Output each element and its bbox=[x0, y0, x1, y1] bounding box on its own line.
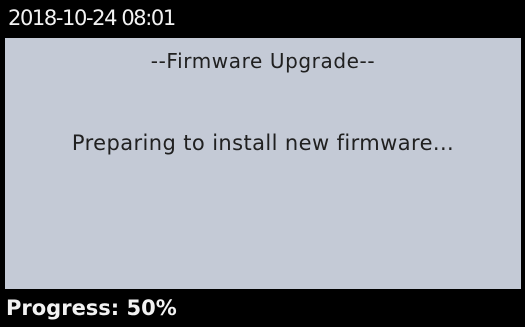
status-bar: 2018-10-24 08:01 bbox=[0, 0, 525, 38]
status-message: Preparing to install new firmware... bbox=[71, 131, 455, 155]
dialog-title: --Firmware Upgrade-- bbox=[150, 49, 376, 73]
firmware-upgrade-panel: --Firmware Upgrade-- Preparing to instal… bbox=[5, 38, 521, 289]
footer-bar: Progress: 50% bbox=[0, 289, 525, 327]
progress-indicator: Progress: 50% bbox=[6, 296, 177, 320]
datetime-display: 2018-10-24 08:01 bbox=[8, 6, 176, 30]
device-screen: 2018-10-24 08:01 --Firmware Upgrade-- Pr… bbox=[0, 0, 525, 327]
